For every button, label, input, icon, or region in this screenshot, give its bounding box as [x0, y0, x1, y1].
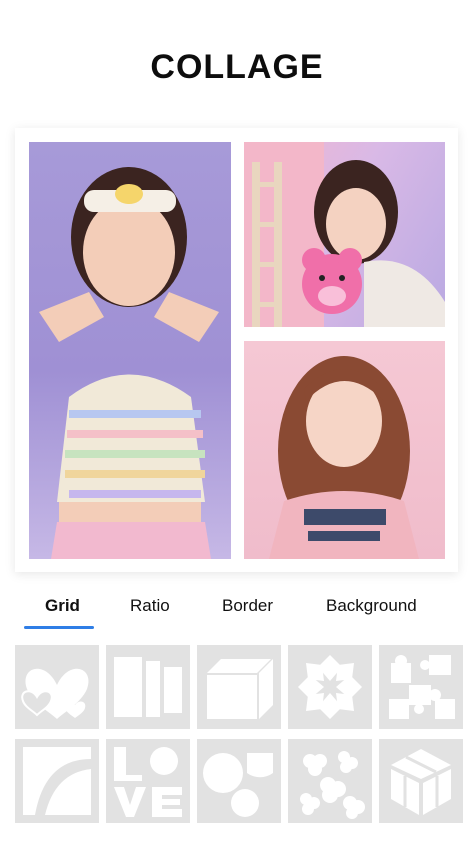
collage-photo-bottom-right[interactable] — [244, 341, 445, 559]
clover-layout-icon — [300, 751, 365, 819]
layout-tile-curves[interactable] — [15, 739, 99, 823]
layout-tile-heart[interactable] — [15, 645, 99, 729]
tab-ratio[interactable]: Ratio — [130, 596, 170, 616]
layout-tile-rectangles[interactable] — [106, 645, 190, 729]
collage-photo-top-right[interactable] — [244, 142, 445, 327]
collage-preview[interactable] — [15, 128, 458, 572]
cube-layout-icon — [207, 659, 273, 719]
page-title: COLLAGE — [150, 48, 324, 86]
layout-tile-flower[interactable] — [288, 645, 372, 729]
layout-tile-puzzle[interactable] — [379, 645, 463, 729]
active-tab-indicator — [24, 626, 94, 629]
rectangles-layout-icon — [114, 657, 182, 717]
settings-tabs: Grid Ratio Border Background — [0, 596, 474, 630]
collage-photo-left[interactable] — [29, 142, 231, 559]
layout-tile-cube[interactable] — [197, 645, 281, 729]
tab-grid[interactable]: Grid — [45, 596, 80, 616]
tab-background[interactable]: Background — [326, 596, 417, 616]
flower-layout-icon — [298, 655, 362, 719]
layout-tile-hexcube[interactable] — [379, 739, 463, 823]
circles-layout-icon — [203, 753, 273, 817]
hexagon-cube-layout-icon — [391, 749, 451, 815]
tab-border[interactable]: Border — [222, 596, 273, 616]
puzzle-layout-icon — [389, 655, 455, 719]
heart-layout-icon — [21, 668, 89, 719]
love-letters-layout-icon — [114, 747, 182, 817]
layout-tile-love[interactable] — [106, 739, 190, 823]
layout-tile-circles[interactable] — [197, 739, 281, 823]
curves-layout-icon — [23, 747, 91, 815]
layout-tile-clover[interactable] — [288, 739, 372, 823]
